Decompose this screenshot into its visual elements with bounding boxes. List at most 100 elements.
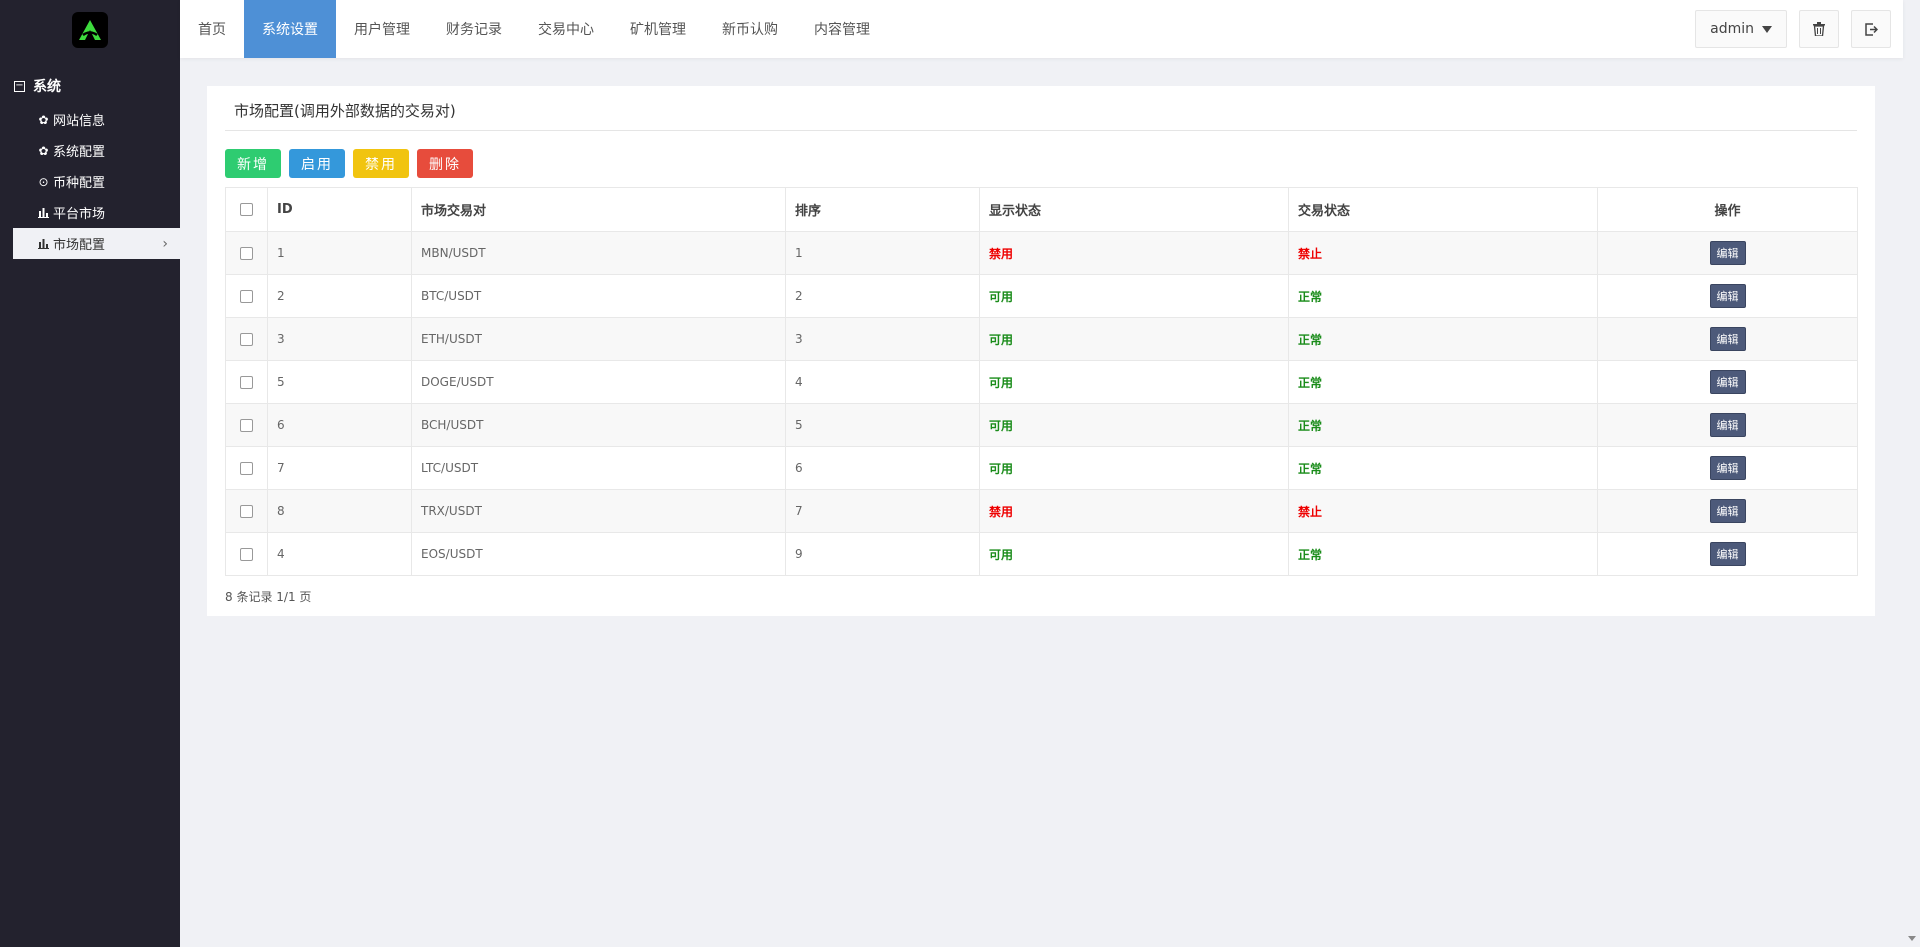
table-row: 6 BCH/USDT 5 可用 正常 编辑 <box>225 403 1858 447</box>
add-button[interactable]: 新增 <box>225 149 281 178</box>
cell-trade-status: 禁止 <box>1288 489 1598 533</box>
cell-id: 2 <box>267 274 412 318</box>
tab-new-coin-subscription[interactable]: 新币认购 <box>704 0 796 58</box>
table-row: 4 EOS/USDT 9 可用 正常 编辑 <box>225 532 1858 576</box>
cell-operations: 编辑 <box>1597 231 1858 275</box>
cell-id: 3 <box>267 317 412 361</box>
row-checkbox[interactable] <box>240 247 253 260</box>
cell-operations: 编辑 <box>1597 446 1858 490</box>
row-select-cell <box>225 274 268 318</box>
trade-status-text: 正常 <box>1298 461 1323 476</box>
caret-down-icon <box>1762 25 1772 33</box>
cell-display-status: 可用 <box>979 317 1289 361</box>
enable-button[interactable]: 启用 <box>289 149 345 178</box>
select-all-checkbox[interactable] <box>240 203 253 216</box>
display-status-text: 可用 <box>989 418 1014 433</box>
cell-sort: 2 <box>785 274 980 318</box>
cell-id: 6 <box>267 403 412 447</box>
cell-pair: ETH/USDT <box>411 317 786 361</box>
bar-chart-icon <box>37 238 50 249</box>
logout-button[interactable] <box>1851 10 1891 48</box>
trade-status-text: 禁止 <box>1298 504 1323 519</box>
tab-miner-management[interactable]: 矿机管理 <box>612 0 704 58</box>
row-checkbox[interactable] <box>240 333 253 346</box>
header-sort: 排序 <box>785 187 980 232</box>
cell-sort: 9 <box>785 532 980 576</box>
cell-display-status: 禁用 <box>979 231 1289 275</box>
sidebar-nav: ✿ 网站信息 ✿ 系统配置 ⊙ 币种配置 平台市场 市场配置 › <box>0 104 180 259</box>
sidebar-item-platform-market[interactable]: 平台市场 <box>0 197 180 228</box>
row-select-cell <box>225 446 268 490</box>
select-all-cell <box>225 187 268 232</box>
row-checkbox[interactable] <box>240 505 253 518</box>
cell-trade-status: 正常 <box>1288 403 1598 447</box>
row-checkbox[interactable] <box>240 290 253 303</box>
sidebar-item-site-info[interactable]: ✿ 网站信息 <box>0 104 180 135</box>
edit-button[interactable]: 编辑 <box>1709 456 1746 480</box>
logo-icon <box>79 20 101 40</box>
header-display-status: 显示状态 <box>979 187 1289 232</box>
sidebar-item-label: 市场配置 <box>53 238 106 253</box>
cell-sort: 5 <box>785 403 980 447</box>
gear-icon: ✿ <box>38 143 49 158</box>
tab-content-management[interactable]: 内容管理 <box>796 0 888 58</box>
tab-system-settings[interactable]: 系统设置 <box>244 0 336 58</box>
cell-id: 8 <box>267 489 412 533</box>
disable-button[interactable]: 禁用 <box>353 149 409 178</box>
logout-icon <box>1864 22 1878 36</box>
cell-operations: 编辑 <box>1597 532 1858 576</box>
cell-id: 4 <box>267 532 412 576</box>
cell-trade-status: 正常 <box>1288 360 1598 404</box>
cell-pair: BTC/USDT <box>411 274 786 318</box>
market-config-panel: 市场配置(调用外部数据的交易对) 新增 启用 禁用 删除 ID 市场交易对 排序… <box>207 86 1875 616</box>
edit-button[interactable]: 编辑 <box>1709 370 1746 394</box>
display-status-text: 禁用 <box>989 504 1014 519</box>
row-checkbox[interactable] <box>240 376 253 389</box>
tab-finance-records[interactable]: 财务记录 <box>428 0 520 58</box>
row-checkbox[interactable] <box>240 419 253 432</box>
row-select-cell <box>225 532 268 576</box>
cell-trade-status: 正常 <box>1288 446 1598 490</box>
cell-display-status: 可用 <box>979 446 1289 490</box>
edit-button[interactable]: 编辑 <box>1709 499 1746 523</box>
gear-icon: ✿ <box>38 112 49 127</box>
edit-button[interactable]: 编辑 <box>1709 241 1746 265</box>
sidebar-item-system-config[interactable]: ✿ 系统配置 <box>0 135 180 166</box>
display-status-text: 禁用 <box>989 246 1014 261</box>
edit-button[interactable]: 编辑 <box>1709 413 1746 437</box>
cell-display-status: 可用 <box>979 274 1289 318</box>
row-checkbox[interactable] <box>240 548 253 561</box>
table-row: 2 BTC/USDT 2 可用 正常 编辑 <box>225 274 1858 318</box>
trade-status-text: 正常 <box>1298 289 1323 304</box>
logo[interactable] <box>72 12 108 48</box>
cell-operations: 编辑 <box>1597 317 1858 361</box>
cell-sort: 4 <box>785 360 980 404</box>
cell-trade-status: 正常 <box>1288 532 1598 576</box>
collapse-icon[interactable]: − <box>14 80 25 92</box>
row-select-cell <box>225 403 268 447</box>
sidebar-group-system[interactable]: − 系统 <box>0 74 180 98</box>
edit-button[interactable]: 编辑 <box>1709 542 1746 566</box>
tab-home[interactable]: 首页 <box>180 0 244 58</box>
delete-button[interactable]: 删除 <box>417 149 473 178</box>
sidebar-item-coin-config[interactable]: ⊙ 币种配置 <box>0 166 180 197</box>
user-name: admin <box>1710 21 1754 37</box>
scroll-down-icon[interactable] <box>1908 936 1916 941</box>
cell-display-status: 可用 <box>979 532 1289 576</box>
cell-pair: TRX/USDT <box>411 489 786 533</box>
cell-pair: LTC/USDT <box>411 446 786 490</box>
row-select-cell <box>225 231 268 275</box>
row-checkbox[interactable] <box>240 462 253 475</box>
display-status-text: 可用 <box>989 547 1014 562</box>
user-menu-button[interactable]: admin <box>1695 10 1787 48</box>
sidebar-item-market-config[interactable]: 市场配置 › <box>13 228 180 259</box>
edit-button[interactable]: 编辑 <box>1709 327 1746 351</box>
display-status-text: 可用 <box>989 289 1014 304</box>
clear-cache-button[interactable] <box>1799 10 1839 48</box>
display-status-text: 可用 <box>989 461 1014 476</box>
tab-trade-center[interactable]: 交易中心 <box>520 0 612 58</box>
tab-user-management[interactable]: 用户管理 <box>336 0 428 58</box>
header-operations: 操作 <box>1597 187 1858 232</box>
display-status-text: 可用 <box>989 375 1014 390</box>
edit-button[interactable]: 编辑 <box>1709 284 1746 308</box>
